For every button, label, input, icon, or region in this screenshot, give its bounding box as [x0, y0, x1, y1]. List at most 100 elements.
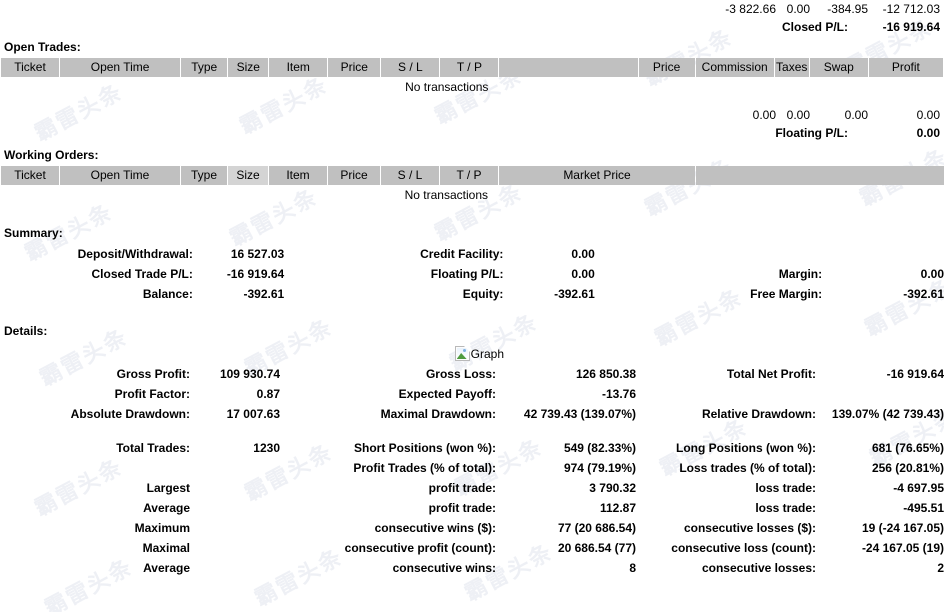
- open-th-item[interactable]: Item: [269, 58, 328, 77]
- details-value-total-trades: 1230: [253, 441, 280, 455]
- working-th-ticket[interactable]: Ticket: [1, 166, 59, 185]
- open-th-tp[interactable]: T / P: [440, 58, 499, 77]
- details-pad-1b: [636, 364, 656, 384]
- details-pad-2b: [636, 384, 656, 404]
- details-value-average-loss-trade: -495.51: [903, 501, 944, 515]
- open-th-ticket[interactable]: Ticket: [1, 58, 60, 77]
- summary-label-deposit: Deposit/Withdrawal:: [77, 247, 193, 261]
- details-graph-container: Graph: [0, 342, 944, 364]
- open-trades-empty-note: No transactions: [405, 80, 489, 94]
- details-value-profit-factor: 0.87: [256, 387, 280, 401]
- details-label-average-loss-trade: loss trade:: [755, 501, 816, 515]
- details-value-loss-trades: 256 (20.81%): [871, 461, 944, 475]
- spacer-after-working-orders: [0, 206, 944, 222]
- details-label-maximal-consecutive-loss: consecutive loss (count):: [671, 541, 816, 555]
- details-row: Average profit trade: 112.87 loss trade:…: [0, 498, 944, 518]
- details-value-average-2-blank: [190, 558, 280, 578]
- details-label-max-consecutive-wins: consecutive wins ($):: [374, 521, 496, 535]
- details-row: Maximal consecutive profit (count): 20 6…: [0, 538, 944, 558]
- details-label-gross-profit: Gross Profit:: [116, 367, 190, 381]
- open-th-swap[interactable]: Swap: [809, 58, 868, 77]
- open-trades-header-row: Ticket Open Time Type Size Item Price S …: [1, 58, 943, 77]
- details-pad-9a: [280, 538, 300, 558]
- details-pad-8b: [636, 518, 656, 538]
- summary-label-blank-1: [615, 244, 822, 264]
- open-th-price[interactable]: Price: [328, 58, 381, 77]
- working-th-price[interactable]: Price: [328, 166, 380, 185]
- working-th-size[interactable]: Size: [228, 166, 268, 185]
- graph-align-wrap: Graph: [0, 346, 504, 364]
- details-pad-3a: [280, 404, 300, 424]
- details-value-avg-consecutive-losses: 2: [937, 561, 944, 575]
- floating-swap-value: 0.00: [844, 108, 868, 122]
- working-th-tp[interactable]: T / P: [440, 166, 498, 185]
- details-value-average-blank: [190, 498, 280, 518]
- details-value-long-positions: 681 (76.65%): [871, 441, 944, 455]
- summary-pad-f: [595, 284, 615, 304]
- summary-label-balance: Balance:: [142, 287, 193, 301]
- floating-profit-value: 0.00: [916, 108, 940, 122]
- summary-pad-a: [284, 244, 304, 264]
- open-th-profit[interactable]: Profit: [868, 58, 943, 77]
- details-value-absolute-drawdown: 17 007.63: [226, 407, 280, 421]
- summary-pad-c: [284, 264, 304, 284]
- details-pad-6b: [636, 478, 656, 498]
- details-pad-10b: [636, 558, 656, 578]
- working-th-type[interactable]: Type: [181, 166, 227, 185]
- details-value-max-consecutive-losses: 19 (-24 167.05): [861, 521, 944, 535]
- open-trades-empty-row: No transactions: [1, 77, 943, 98]
- closed-pl-label: Closed P/L:: [781, 20, 848, 34]
- details-label-absolute-drawdown: Absolute Drawdown:: [70, 407, 190, 421]
- details-row: Profit Trades (% of total): 974 (79.19%)…: [0, 458, 944, 478]
- closed-profit-value: -12 712.03: [882, 2, 940, 16]
- details-value-blank-3: [190, 458, 280, 478]
- open-th-taxes[interactable]: Taxes: [774, 58, 809, 77]
- summary-pad-d: [595, 264, 615, 284]
- summary-value-free-margin: -392.61: [903, 287, 944, 301]
- open-th-close-price[interactable]: Price: [638, 58, 695, 77]
- summary-value-deposit: 16 527.03: [230, 247, 285, 261]
- details-pad-10a: [280, 558, 300, 578]
- details-pad-5b: [636, 458, 656, 478]
- spacer-cell: [0, 0, 636, 18]
- floating-totals-table: 0.00 0.00 0.00 0.00 Floating P/L: 0.00: [0, 106, 944, 142]
- summary-value-blank-1: [822, 244, 944, 264]
- trading-report-page: -3 822.66 0.00 -384.95 -12 712.03 Closed…: [0, 0, 944, 578]
- closed-totals-table: -3 822.66 0.00 -384.95 -12 712.03 Closed…: [0, 0, 944, 36]
- summary-value-credit-facility: 0.00: [571, 247, 595, 261]
- details-pad-5a: [280, 458, 300, 478]
- working-orders-empty-pad: [499, 185, 944, 206]
- details-value-total-net-profit: -16 919.64: [886, 367, 944, 381]
- spacer-cell-3: [0, 106, 636, 124]
- details-stats-table-2: Total Trades: 1230 Short Positions (won …: [0, 438, 944, 578]
- open-th-size[interactable]: Size: [228, 58, 269, 77]
- working-th-market-price[interactable]: Market Price: [499, 166, 695, 185]
- open-th-type[interactable]: Type: [181, 58, 228, 77]
- summary-value-margin: 0.00: [920, 267, 944, 281]
- details-label-maximal-consecutive-profit: consecutive profit (count):: [344, 541, 496, 555]
- details-label-max-consecutive-losses: consecutive losses ($):: [683, 521, 816, 535]
- graph-broken-image[interactable]: Graph: [454, 346, 504, 361]
- closed-totals-values-row: -3 822.66 0.00 -384.95 -12 712.03: [0, 0, 944, 18]
- open-th-commission[interactable]: Commission: [695, 58, 774, 77]
- details-value-avg-consecutive-wins: 8: [629, 561, 636, 575]
- summary-label-equity: Equity:: [462, 287, 504, 301]
- summary-row: Balance: -392.61 Equity: -392.61 Free Ma…: [0, 284, 944, 304]
- open-th-open-time[interactable]: Open Time: [60, 58, 181, 77]
- working-th-item[interactable]: Item: [269, 166, 327, 185]
- details-pad-6a: [280, 478, 300, 498]
- details-label-largest-profit-trade: profit trade:: [428, 481, 496, 495]
- open-th-sl[interactable]: S / L: [381, 58, 440, 77]
- working-orders-table: Ticket Open Time Type Size Item Price S …: [0, 166, 944, 206]
- summary-title: Summary:: [4, 226, 63, 240]
- working-orders-header-row: Ticket Open Time Type Size Item Price S …: [1, 166, 944, 185]
- details-label-maximal: Maximal: [142, 541, 190, 555]
- summary-label-closed-trade-pl: Closed Trade P/L:: [91, 267, 193, 281]
- details-label-expected-payoff: Expected Payoff:: [398, 387, 496, 401]
- details-pad-4b: [636, 438, 656, 458]
- working-th-sl[interactable]: S / L: [381, 166, 439, 185]
- details-label-total-trades: Total Trades:: [116, 441, 190, 455]
- working-th-open-time[interactable]: Open Time: [60, 166, 180, 185]
- working-orders-title: Working Orders:: [4, 148, 99, 162]
- closed-price-cell: [636, 0, 698, 18]
